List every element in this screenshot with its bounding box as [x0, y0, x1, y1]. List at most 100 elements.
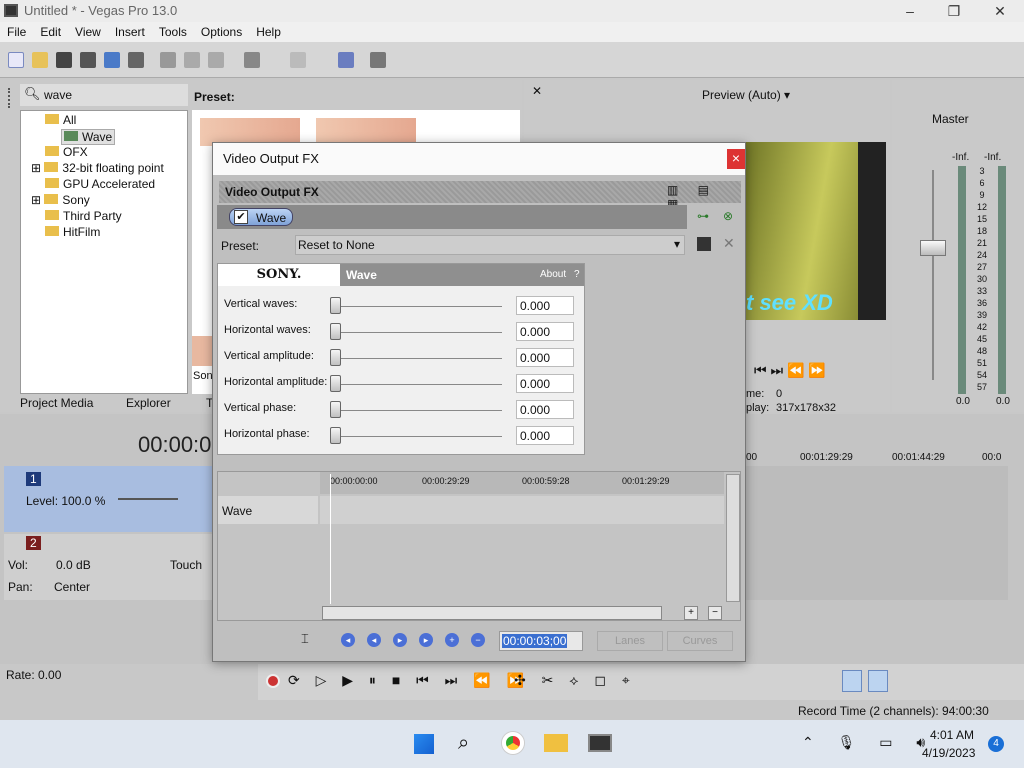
level-slider[interactable] [118, 498, 178, 500]
panel-close-icon[interactable]: ✕ [532, 84, 542, 98]
menu-options[interactable]: Options [194, 22, 249, 39]
panel-handle[interactable] [8, 88, 14, 108]
help-link[interactable]: ? [574, 269, 580, 280]
paste-icon[interactable] [208, 52, 224, 68]
save-preset-icon[interactable] [697, 237, 711, 251]
tab-project-media[interactable]: Project Media [20, 396, 93, 410]
tray-icons[interactable]: ⌃ 🎙︎ ▭ 🔊︎ [802, 734, 935, 751]
tree-item-ofx[interactable]: OFX [45, 145, 88, 159]
tree-item-wave[interactable]: Wave [61, 129, 116, 145]
param-value-field[interactable]: 0.000 [516, 400, 574, 419]
param-slider-thumb[interactable] [330, 323, 341, 340]
help-pointer-icon[interactable] [370, 52, 386, 68]
new-icon[interactable] [8, 52, 24, 68]
delete-preset-icon[interactable]: ✕ [723, 235, 735, 252]
fx-chain-button-wave[interactable]: ✔ Wave [229, 208, 293, 226]
param-value-field[interactable]: 0.000 [516, 426, 574, 445]
save-as-icon[interactable] [80, 52, 96, 68]
preset-dropdown[interactable]: Reset to None ▾ [295, 235, 685, 255]
param-value-field[interactable]: 0.000 [516, 322, 574, 341]
start-icon[interactable] [414, 734, 434, 754]
tree-item-all[interactable]: All [45, 113, 76, 127]
param-value-field[interactable]: 0.000 [516, 348, 574, 367]
notification-badge[interactable]: 4 [988, 736, 1004, 752]
remove-plugin-icon[interactable]: ⊗ [723, 209, 733, 223]
lanes-button[interactable]: Lanes [597, 631, 663, 651]
plugin-chain-icon[interactable]: ⊶ [697, 209, 709, 223]
touch-mode[interactable]: Touch [170, 558, 202, 572]
video-track-header[interactable]: 1 Level: 100.0 % [4, 466, 214, 532]
kf-time-field[interactable]: 00:00:03;00 [499, 631, 583, 651]
save-icon[interactable] [56, 52, 72, 68]
brush-icon[interactable] [338, 52, 354, 68]
menu-edit[interactable]: Edit [33, 22, 68, 39]
preview-mode-dropdown[interactable]: Preview (Auto) ▾ [702, 88, 790, 102]
close-window-button[interactable]: ✕ [980, 1, 1020, 21]
vegas-icon[interactable] [588, 734, 612, 752]
delete-keyframe-button[interactable]: − [471, 633, 485, 647]
param-slider-thumb[interactable] [330, 297, 341, 314]
last-keyframe-button[interactable]: ▸ [419, 633, 433, 647]
edit-icons[interactable]: ✣ ✂ ⟡ ◻ ⌖ [514, 672, 636, 689]
param-slider-thumb[interactable] [330, 375, 341, 392]
tab-explorer[interactable]: Explorer [126, 396, 171, 410]
dialog-titlebar[interactable]: Video Output FX × [213, 143, 745, 175]
cut-icon[interactable] [160, 52, 176, 68]
transport-mini[interactable]: ⏮ ⏭ ⏪ ⏩ [754, 362, 826, 379]
kf-track-lane[interactable] [320, 496, 724, 524]
normal-edit-tool-icon[interactable] [842, 670, 862, 692]
tree-item-hitfilm[interactable]: HitFilm [45, 225, 100, 239]
properties-icon[interactable] [128, 52, 144, 68]
about-link[interactable]: About [540, 269, 566, 280]
file-explorer-icon[interactable] [544, 734, 568, 752]
menu-insert[interactable]: Insert [108, 22, 152, 39]
dialog-close-button[interactable]: × [727, 149, 745, 169]
menu-view[interactable]: View [68, 22, 108, 39]
sync-cursor-icon[interactable]: ⌶ [301, 631, 309, 647]
zoom-out-button[interactable]: − [708, 606, 722, 620]
curves-button[interactable]: Curves [667, 631, 733, 651]
record-icon[interactable] [266, 674, 280, 688]
menu-file[interactable]: File [0, 22, 33, 39]
render-icon[interactable] [104, 52, 120, 68]
tree-item-third-party[interactable]: Third Party [45, 209, 122, 223]
param-slider-track [334, 410, 502, 411]
add-keyframe-button[interactable]: + [445, 633, 459, 647]
chrome-icon[interactable] [502, 732, 524, 754]
playhead[interactable] [330, 474, 331, 604]
audio-track-header[interactable]: 2 Vol: 0.0 dB Pan: Center Touch [4, 534, 214, 600]
param-slider-track [334, 358, 502, 359]
minimize-button[interactable]: – [890, 1, 930, 21]
param-slider-thumb[interactable] [330, 427, 341, 444]
search-icon[interactable]: ⌕ [458, 732, 469, 755]
menu-help[interactable]: Help [249, 22, 288, 39]
master-fader[interactable] [920, 240, 946, 256]
first-keyframe-button[interactable]: ◂ [341, 633, 355, 647]
kf-hscroll[interactable] [322, 606, 662, 620]
tree-item-32bit[interactable]: ⊞ 32-bit floating point [31, 161, 164, 175]
restore-button[interactable]: ❐ [934, 1, 974, 21]
kf-vscroll[interactable] [726, 474, 740, 602]
envelope-tool-icon[interactable] [868, 670, 888, 692]
undo-icon[interactable] [244, 52, 260, 68]
next-keyframe-button[interactable]: ▸ [393, 633, 407, 647]
param-slider-thumb[interactable] [330, 349, 341, 366]
param-slider-thumb[interactable] [330, 401, 341, 418]
preset-thumb-3[interactable] [192, 336, 212, 366]
param-value-field[interactable]: 0.000 [516, 296, 574, 315]
tree-item-sony[interactable]: ⊞ Sony [31, 193, 90, 207]
tree-item-gpu[interactable]: GPU Accelerated [45, 177, 155, 191]
param-slider-track [334, 436, 502, 437]
copy-icon[interactable] [184, 52, 200, 68]
transport-icons[interactable]: ⟳ ▷ ▶ ⏸ ■ ⏮ ⏭ ⏪ ⏩ [288, 672, 530, 689]
bypass-checkbox[interactable]: ✔ [234, 210, 248, 224]
prev-keyframe-button[interactable]: ◂ [367, 633, 381, 647]
meter-scale: 3 6 9 12 15 18 21 24 27 30 33 36 39 42 45 48 51 54 57 [968, 166, 996, 394]
open-icon[interactable] [32, 52, 48, 68]
redo-icon[interactable] [290, 52, 306, 68]
zoom-in-button[interactable]: + [684, 606, 698, 620]
search-input[interactable]: 🔍︎ wave [20, 84, 188, 106]
view-mode-icons[interactable]: ▥ ▤ ▦ [667, 183, 737, 211]
param-value-field[interactable]: 0.000 [516, 374, 574, 393]
menu-tools[interactable]: Tools [152, 22, 194, 39]
